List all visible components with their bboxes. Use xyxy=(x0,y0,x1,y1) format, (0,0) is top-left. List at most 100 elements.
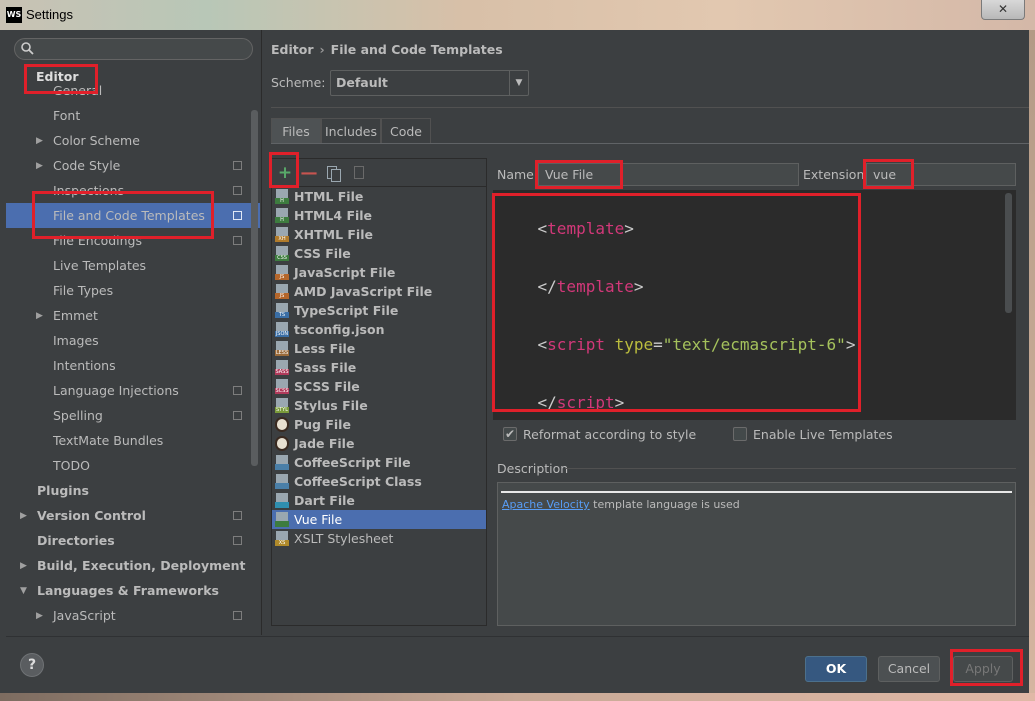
collapsed-arrow-icon[interactable]: ▶ xyxy=(36,311,46,321)
live-templates-label: Enable Live Templates xyxy=(753,427,893,442)
sidebar-item[interactable]: Inspections xyxy=(6,178,260,203)
sidebar-item[interactable]: Directories xyxy=(6,528,260,553)
template-list-item[interactable]: STYL Stylus File xyxy=(272,396,486,415)
sidebar-item[interactable]: ▶ JavaScript xyxy=(6,603,260,628)
apply-button[interactable]: Apply xyxy=(953,656,1013,682)
sidebar-item[interactable]: File Types xyxy=(6,278,260,303)
sidebar-item[interactable]: Language Injections xyxy=(6,378,260,403)
template-list-item[interactable]: CoffeeScript File xyxy=(272,453,486,472)
template-name: Pug File xyxy=(294,417,351,432)
project-scope-icon xyxy=(233,211,242,220)
ok-button[interactable]: OK xyxy=(805,656,867,682)
sidebar-item[interactable]: Spelling xyxy=(6,403,260,428)
template-name: TypeScript File xyxy=(294,303,399,318)
sidebar-item[interactable]: ▼ Languages & Frameworks xyxy=(6,578,260,603)
template-list-item[interactable]: Pug File xyxy=(272,415,486,434)
collapsed-arrow-icon[interactable]: ▶ xyxy=(36,161,46,171)
sidebar-scrollbar[interactable] xyxy=(251,110,258,466)
apache-velocity-link[interactable]: Apache Velocity xyxy=(502,498,590,511)
template-list-item[interactable]: CoffeeScript Class xyxy=(272,472,486,491)
sidebar-item[interactable]: ▶ Version Control xyxy=(6,503,260,528)
template-list-item[interactable]: CSS CSS File xyxy=(272,244,486,263)
template-list-item[interactable]: Dart File xyxy=(272,491,486,510)
reset-icon xyxy=(354,166,364,179)
collapsed-arrow-icon[interactable]: ▶ xyxy=(20,511,30,521)
dart-file-icon xyxy=(275,493,289,508)
sidebar-item-label: File and Code Templates xyxy=(53,208,205,223)
sidebar-item-label: TextMate Bundles xyxy=(53,433,164,448)
breadcrumb: Editor › File and Code Templates xyxy=(271,42,503,57)
template-list-item[interactable]: TS TypeScript File xyxy=(272,301,486,320)
jade-file-icon xyxy=(275,436,289,451)
sidebar-item[interactable]: Font xyxy=(6,103,260,128)
template-list-item[interactable]: Vue File xyxy=(272,510,486,529)
template-name: Stylus File xyxy=(294,398,368,413)
tab-files[interactable]: Files xyxy=(271,118,321,144)
editor-scrollbar[interactable] xyxy=(1005,193,1012,313)
remove-template-button[interactable]: — xyxy=(300,163,318,183)
sidebar-item[interactable]: Images xyxy=(6,328,260,353)
sidebar-item[interactable]: File Encodings xyxy=(6,228,260,253)
code-line: <template> xyxy=(537,219,634,238)
help-button[interactable]: ? xyxy=(20,653,44,677)
collapsed-arrow-icon[interactable]: ▶ xyxy=(20,561,30,571)
template-name: Vue File xyxy=(294,512,343,527)
sidebar-item[interactable]: ▶ Emmet xyxy=(6,303,260,328)
window-border-right xyxy=(1029,30,1035,693)
template-name: Jade File xyxy=(294,436,355,451)
sidebar-item-label: Languages & Frameworks xyxy=(37,583,219,598)
breadcrumb-separator: › xyxy=(319,42,325,57)
expanded-arrow-icon[interactable]: ▼ xyxy=(20,586,30,596)
name-field[interactable]: Vue File xyxy=(538,163,799,186)
copy-template-button[interactable] xyxy=(325,163,343,183)
template-list-item[interactable]: XS XSLT Stylesheet xyxy=(272,529,486,548)
close-window-button[interactable]: ✕ xyxy=(981,0,1025,20)
sidebar-item-label: Spelling xyxy=(53,408,103,423)
sidebar-item[interactable]: Plugins xyxy=(6,478,260,503)
collapsed-arrow-icon[interactable]: ▶ xyxy=(36,136,46,146)
coffeescript-file-icon xyxy=(275,455,289,470)
sidebar-item[interactable]: Live Templates xyxy=(6,253,260,278)
template-list-item[interactable]: SASS Sass File xyxy=(272,358,486,377)
sidebar-item-label: Emmet xyxy=(53,308,98,323)
scheme-value: Default xyxy=(336,75,388,90)
sidebar-item[interactable]: TextMate Bundles xyxy=(6,428,260,453)
coffeescript-class-icon xyxy=(275,474,289,489)
template-list-item[interactable]: XH XHTML File xyxy=(272,225,486,244)
tab-includes[interactable]: Includes xyxy=(321,118,381,144)
template-list-item[interactable]: H HTML4 File xyxy=(272,206,486,225)
collapsed-arrow-icon[interactable]: ▶ xyxy=(36,611,46,621)
javascript-file-icon: JS xyxy=(275,265,289,280)
sidebar-item-editor[interactable]: Editor xyxy=(34,68,81,86)
extension-field[interactable]: vue xyxy=(866,163,1016,186)
sidebar-item[interactable]: ▶ Build, Execution, Deployment xyxy=(6,553,260,578)
template-name: SCSS File xyxy=(294,379,360,394)
search-input[interactable] xyxy=(14,38,253,60)
sidebar-item[interactable]: TODO xyxy=(6,453,260,478)
sidebar-item[interactable]: ▶ Color Scheme xyxy=(6,128,260,153)
add-template-button[interactable]: + xyxy=(276,163,294,183)
sidebar-item-label: Images xyxy=(53,333,99,348)
template-list-item[interactable]: H HTML File xyxy=(272,187,486,206)
live-templates-checkbox[interactable] xyxy=(733,427,747,441)
sidebar-item[interactable]: Intentions xyxy=(6,353,260,378)
template-list-item[interactable]: JSON tsconfig.json xyxy=(272,320,486,339)
cancel-button[interactable]: Cancel xyxy=(878,656,940,682)
breadcrumb-parent: Editor xyxy=(271,42,314,57)
tab-code[interactable]: Code xyxy=(381,118,431,144)
tab-underline xyxy=(271,143,1029,144)
reset-template-button[interactable] xyxy=(350,163,368,183)
template-list-item[interactable]: LESS Less File xyxy=(272,339,486,358)
template-list-item[interactable]: JS AMD JavaScript File xyxy=(272,282,486,301)
sidebar-item[interactable]: File and Code Templates xyxy=(6,203,260,228)
description-divider xyxy=(565,468,1016,469)
sidebar-item-label: Live Templates xyxy=(53,258,147,273)
template-list-item[interactable]: Jade File xyxy=(272,434,486,453)
template-list-item[interactable]: SCSS SCSS File xyxy=(272,377,486,396)
scheme-dropdown[interactable]: Default ▼ xyxy=(330,70,529,96)
sidebar-item[interactable]: ▶ Code Style xyxy=(6,153,260,178)
template-list-item[interactable]: JS JavaScript File xyxy=(272,263,486,282)
template-code-editor[interactable]: <template> </template> <script type="tex… xyxy=(493,190,1016,420)
reformat-checkbox[interactable]: ✔ xyxy=(503,427,517,441)
extension-label: Extension: xyxy=(803,167,869,182)
